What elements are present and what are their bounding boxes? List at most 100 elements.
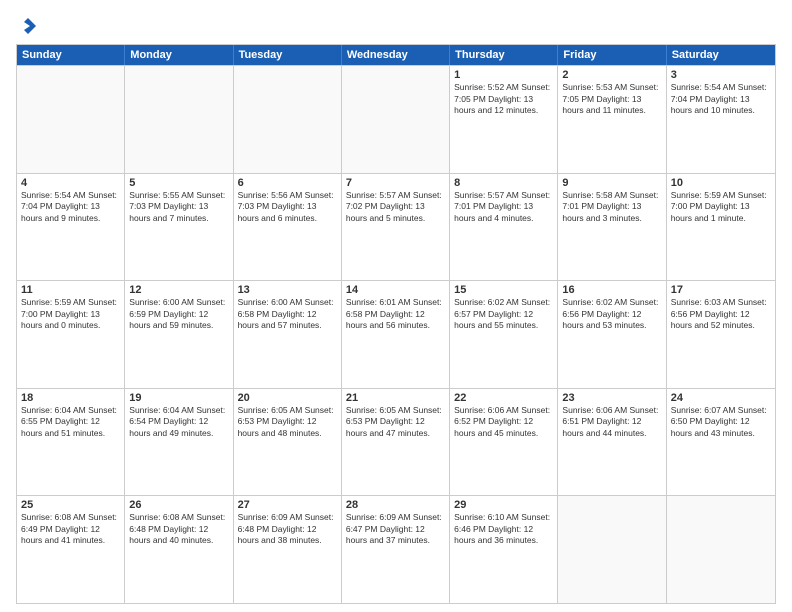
day-cell-9: 9Sunrise: 5:58 AM Sunset: 7:01 PM Daylig… — [558, 174, 666, 281]
calendar: SundayMondayTuesdayWednesdayThursdayFrid… — [16, 44, 776, 604]
header-cell-friday: Friday — [558, 45, 666, 65]
day-cell-6: 6Sunrise: 5:56 AM Sunset: 7:03 PM Daylig… — [234, 174, 342, 281]
day-cell-13: 13Sunrise: 6:00 AM Sunset: 6:58 PM Dayli… — [234, 281, 342, 388]
header-cell-tuesday: Tuesday — [234, 45, 342, 65]
calendar-row-5: 25Sunrise: 6:08 AM Sunset: 6:49 PM Dayli… — [17, 495, 775, 603]
day-cell-4: 4Sunrise: 5:54 AM Sunset: 7:04 PM Daylig… — [17, 174, 125, 281]
day-number: 14 — [346, 284, 445, 296]
day-cell-27: 27Sunrise: 6:09 AM Sunset: 6:48 PM Dayli… — [234, 496, 342, 603]
empty-cell — [558, 496, 666, 603]
header-cell-wednesday: Wednesday — [342, 45, 450, 65]
day-number: 23 — [562, 392, 661, 404]
day-info: Sunrise: 6:06 AM Sunset: 6:51 PM Dayligh… — [562, 405, 661, 439]
day-info: Sunrise: 5:53 AM Sunset: 7:05 PM Dayligh… — [562, 82, 661, 116]
day-info: Sunrise: 5:56 AM Sunset: 7:03 PM Dayligh… — [238, 190, 337, 224]
day-info: Sunrise: 5:52 AM Sunset: 7:05 PM Dayligh… — [454, 82, 553, 116]
day-info: Sunrise: 6:02 AM Sunset: 6:56 PM Dayligh… — [562, 297, 661, 331]
day-info: Sunrise: 6:04 AM Sunset: 6:54 PM Dayligh… — [129, 405, 228, 439]
day-number: 19 — [129, 392, 228, 404]
day-cell-29: 29Sunrise: 6:10 AM Sunset: 6:46 PM Dayli… — [450, 496, 558, 603]
day-cell-23: 23Sunrise: 6:06 AM Sunset: 6:51 PM Dayli… — [558, 389, 666, 496]
day-number: 16 — [562, 284, 661, 296]
day-number: 29 — [454, 499, 553, 511]
day-cell-11: 11Sunrise: 5:59 AM Sunset: 7:00 PM Dayli… — [17, 281, 125, 388]
calendar-row-2: 4Sunrise: 5:54 AM Sunset: 7:04 PM Daylig… — [17, 173, 775, 281]
day-info: Sunrise: 6:03 AM Sunset: 6:56 PM Dayligh… — [671, 297, 771, 331]
day-number: 4 — [21, 177, 120, 189]
day-cell-20: 20Sunrise: 6:05 AM Sunset: 6:53 PM Dayli… — [234, 389, 342, 496]
day-info: Sunrise: 6:01 AM Sunset: 6:58 PM Dayligh… — [346, 297, 445, 331]
day-info: Sunrise: 6:09 AM Sunset: 6:48 PM Dayligh… — [238, 512, 337, 546]
empty-cell — [17, 66, 125, 173]
calendar-body: 1Sunrise: 5:52 AM Sunset: 7:05 PM Daylig… — [17, 65, 775, 603]
day-number: 17 — [671, 284, 771, 296]
day-info: Sunrise: 6:09 AM Sunset: 6:47 PM Dayligh… — [346, 512, 445, 546]
day-number: 6 — [238, 177, 337, 189]
calendar-header: SundayMondayTuesdayWednesdayThursdayFrid… — [17, 45, 775, 65]
day-number: 21 — [346, 392, 445, 404]
header-cell-sunday: Sunday — [17, 45, 125, 65]
day-cell-28: 28Sunrise: 6:09 AM Sunset: 6:47 PM Dayli… — [342, 496, 450, 603]
day-info: Sunrise: 5:54 AM Sunset: 7:04 PM Dayligh… — [671, 82, 771, 116]
day-cell-5: 5Sunrise: 5:55 AM Sunset: 7:03 PM Daylig… — [125, 174, 233, 281]
day-cell-8: 8Sunrise: 5:57 AM Sunset: 7:01 PM Daylig… — [450, 174, 558, 281]
day-number: 1 — [454, 69, 553, 81]
day-number: 25 — [21, 499, 120, 511]
day-number: 2 — [562, 69, 661, 81]
day-info: Sunrise: 6:05 AM Sunset: 6:53 PM Dayligh… — [238, 405, 337, 439]
day-info: Sunrise: 5:54 AM Sunset: 7:04 PM Dayligh… — [21, 190, 120, 224]
day-info: Sunrise: 5:58 AM Sunset: 7:01 PM Dayligh… — [562, 190, 661, 224]
logo-text — [16, 16, 38, 36]
day-cell-21: 21Sunrise: 6:05 AM Sunset: 6:53 PM Dayli… — [342, 389, 450, 496]
header — [16, 16, 776, 36]
day-cell-1: 1Sunrise: 5:52 AM Sunset: 7:05 PM Daylig… — [450, 66, 558, 173]
day-number: 10 — [671, 177, 771, 189]
day-info: Sunrise: 5:59 AM Sunset: 7:00 PM Dayligh… — [21, 297, 120, 331]
day-info: Sunrise: 6:00 AM Sunset: 6:58 PM Dayligh… — [238, 297, 337, 331]
day-info: Sunrise: 6:08 AM Sunset: 6:48 PM Dayligh… — [129, 512, 228, 546]
day-info: Sunrise: 6:10 AM Sunset: 6:46 PM Dayligh… — [454, 512, 553, 546]
day-cell-18: 18Sunrise: 6:04 AM Sunset: 6:55 PM Dayli… — [17, 389, 125, 496]
day-cell-7: 7Sunrise: 5:57 AM Sunset: 7:02 PM Daylig… — [342, 174, 450, 281]
day-number: 11 — [21, 284, 120, 296]
day-number: 20 — [238, 392, 337, 404]
day-cell-15: 15Sunrise: 6:02 AM Sunset: 6:57 PM Dayli… — [450, 281, 558, 388]
day-info: Sunrise: 5:57 AM Sunset: 7:02 PM Dayligh… — [346, 190, 445, 224]
empty-cell — [667, 496, 775, 603]
empty-cell — [234, 66, 342, 173]
empty-cell — [342, 66, 450, 173]
page: SundayMondayTuesdayWednesdayThursdayFrid… — [0, 0, 792, 612]
day-number: 28 — [346, 499, 445, 511]
day-cell-19: 19Sunrise: 6:04 AM Sunset: 6:54 PM Dayli… — [125, 389, 233, 496]
day-info: Sunrise: 5:55 AM Sunset: 7:03 PM Dayligh… — [129, 190, 228, 224]
day-cell-14: 14Sunrise: 6:01 AM Sunset: 6:58 PM Dayli… — [342, 281, 450, 388]
day-info: Sunrise: 6:06 AM Sunset: 6:52 PM Dayligh… — [454, 405, 553, 439]
day-cell-3: 3Sunrise: 5:54 AM Sunset: 7:04 PM Daylig… — [667, 66, 775, 173]
day-number: 5 — [129, 177, 228, 189]
day-number: 8 — [454, 177, 553, 189]
day-cell-26: 26Sunrise: 6:08 AM Sunset: 6:48 PM Dayli… — [125, 496, 233, 603]
header-cell-thursday: Thursday — [450, 45, 558, 65]
day-number: 13 — [238, 284, 337, 296]
day-info: Sunrise: 6:08 AM Sunset: 6:49 PM Dayligh… — [21, 512, 120, 546]
day-cell-10: 10Sunrise: 5:59 AM Sunset: 7:00 PM Dayli… — [667, 174, 775, 281]
calendar-row-1: 1Sunrise: 5:52 AM Sunset: 7:05 PM Daylig… — [17, 65, 775, 173]
day-number: 9 — [562, 177, 661, 189]
day-info: Sunrise: 6:02 AM Sunset: 6:57 PM Dayligh… — [454, 297, 553, 331]
day-number: 3 — [671, 69, 771, 81]
day-number: 24 — [671, 392, 771, 404]
day-info: Sunrise: 6:07 AM Sunset: 6:50 PM Dayligh… — [671, 405, 771, 439]
day-number: 27 — [238, 499, 337, 511]
day-info: Sunrise: 6:00 AM Sunset: 6:59 PM Dayligh… — [129, 297, 228, 331]
day-number: 18 — [21, 392, 120, 404]
day-number: 15 — [454, 284, 553, 296]
day-number: 22 — [454, 392, 553, 404]
logo-icon — [18, 16, 38, 36]
header-cell-saturday: Saturday — [667, 45, 775, 65]
day-cell-12: 12Sunrise: 6:00 AM Sunset: 6:59 PM Dayli… — [125, 281, 233, 388]
day-info: Sunrise: 6:05 AM Sunset: 6:53 PM Dayligh… — [346, 405, 445, 439]
logo — [16, 16, 38, 36]
calendar-row-3: 11Sunrise: 5:59 AM Sunset: 7:00 PM Dayli… — [17, 280, 775, 388]
day-number: 26 — [129, 499, 228, 511]
day-cell-16: 16Sunrise: 6:02 AM Sunset: 6:56 PM Dayli… — [558, 281, 666, 388]
